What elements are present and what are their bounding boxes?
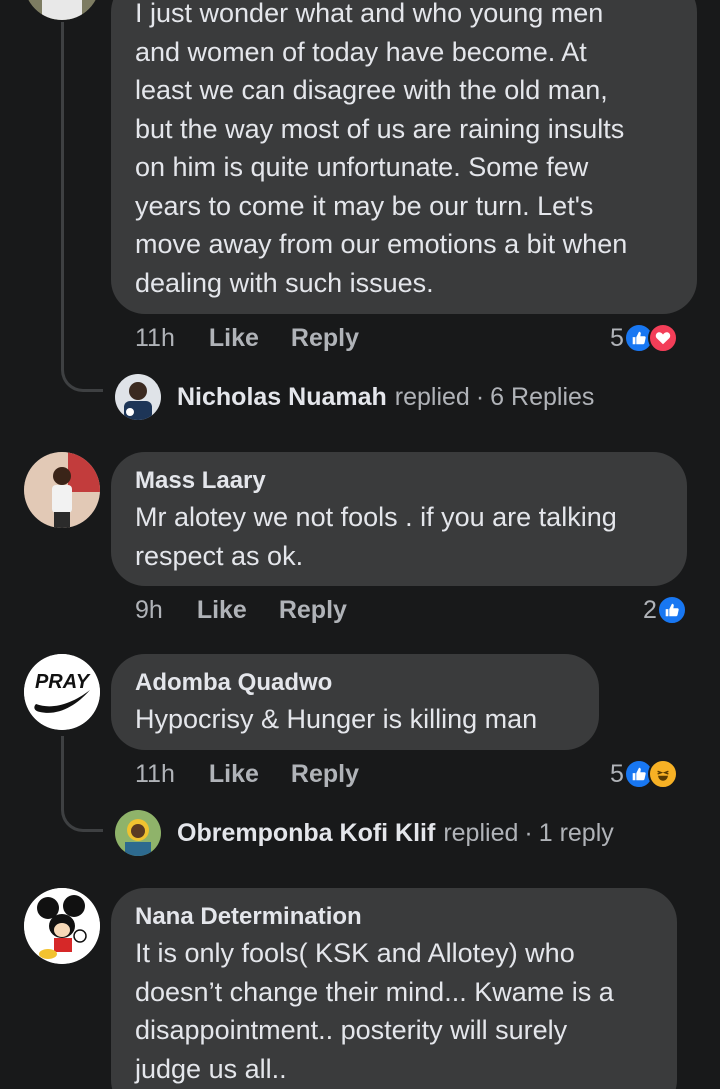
reaction-count: 5: [610, 323, 624, 352]
comment-text: I just wonder what and who young men and…: [135, 0, 628, 298]
separator-dot: ·: [475, 382, 485, 411]
comment-bubble: I just wonder what and who young men and…: [111, 0, 697, 314]
comment-author[interactable]: Adomba Quadwo: [135, 666, 575, 700]
comment-author[interactable]: Mass Laary: [135, 464, 663, 498]
thread-line: [61, 736, 64, 792]
replied-label: replied: [443, 818, 519, 847]
reply-count: 6 Replies: [490, 382, 595, 411]
reaction-count: 5: [610, 759, 624, 788]
reply-button[interactable]: Reply: [291, 760, 359, 789]
replied-label: replied: [394, 382, 470, 411]
commenter-avatar[interactable]: PRAY: [24, 654, 100, 730]
comment-bubble: Adomba Quadwo Hypocrisy & Hunger is kill…: [111, 654, 599, 750]
comment-author[interactable]: Nana Determination: [135, 900, 653, 934]
comment-text: It is only fools( KSK and Allotey) who d…: [135, 938, 614, 1084]
comments-page: I just wonder what and who young men and…: [0, 0, 720, 1089]
like-button[interactable]: Like: [209, 760, 259, 789]
replier-avatar: [115, 374, 161, 420]
thread-connector: [61, 792, 103, 832]
reaction-summary[interactable]: 5: [610, 321, 678, 355]
reply-count: 1 reply: [538, 818, 614, 847]
replier-avatar: [115, 810, 161, 856]
comment-text: Hypocrisy & Hunger is killing man: [135, 704, 538, 734]
heart-icon: [647, 323, 678, 353]
separator-dot: ·: [524, 818, 533, 847]
like-button[interactable]: Like: [209, 324, 259, 353]
comment-text: Mr alotey we not fools . if you are talk…: [135, 502, 617, 571]
reaction-count: 2: [643, 595, 657, 624]
comment-actions: 11h Like Reply: [135, 757, 391, 791]
like-button[interactable]: Like: [197, 596, 247, 625]
reply-button[interactable]: Reply: [291, 324, 359, 353]
comment-timestamp: 11h: [135, 759, 175, 788]
comment-timestamp: 11h: [135, 323, 175, 352]
comment-actions: 9h Like Reply: [135, 593, 379, 627]
commenter-avatar[interactable]: [24, 452, 100, 528]
comment-actions: 11h Like Reply: [135, 321, 391, 355]
avatar-text: PRAY: [35, 671, 91, 693]
view-replies-link[interactable]: Nicholas Nuamah replied · 6 Replies: [115, 373, 594, 421]
thumbs-up-icon: [656, 595, 687, 625]
reaction-summary[interactable]: 2: [643, 593, 687, 627]
commenter-avatar[interactable]: [24, 0, 100, 20]
comment-bubble: Nana Determination It is only fools( KSK…: [111, 888, 677, 1089]
laughing-face-icon: [647, 759, 678, 789]
comment-bubble: Mass Laary Mr alotey we not fools . if y…: [111, 452, 687, 586]
replier-name: Nicholas Nuamah: [177, 382, 387, 411]
reply-button[interactable]: Reply: [279, 596, 347, 625]
commenter-avatar[interactable]: [24, 888, 100, 964]
view-replies-link[interactable]: Obremponba Kofi Klif replied · 1 reply: [115, 809, 614, 857]
thread-line: [61, 22, 64, 352]
replier-name: Obremponba Kofi Klif: [177, 818, 436, 847]
comment-timestamp: 9h: [135, 595, 163, 624]
thread-connector: [61, 352, 103, 392]
reaction-summary[interactable]: 5: [610, 757, 678, 791]
